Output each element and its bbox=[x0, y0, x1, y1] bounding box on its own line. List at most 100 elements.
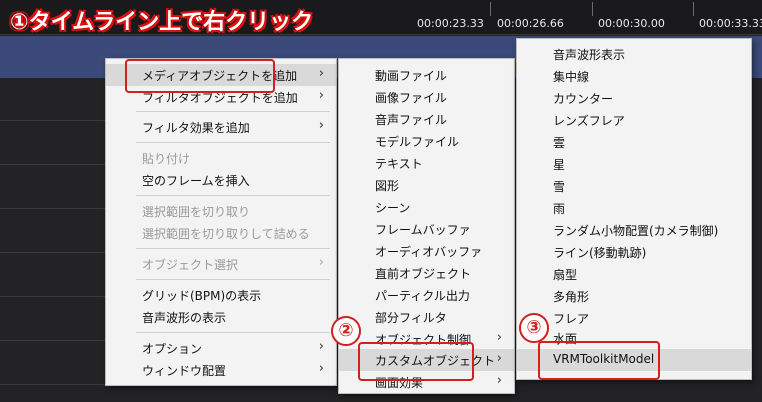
chevron-right-icon: › bbox=[318, 118, 324, 133]
menu-item-label: 雨 bbox=[553, 202, 566, 216]
menu-item-label: 星 bbox=[553, 158, 566, 172]
menu-separator bbox=[136, 111, 330, 112]
submenu-item-fan-shape[interactable]: 扇型 bbox=[517, 263, 751, 285]
menu-separator bbox=[136, 279, 330, 280]
menu-item-label: ライン(移動軌跡) bbox=[553, 246, 647, 260]
chevron-right-icon: › bbox=[496, 373, 502, 388]
submenu-item-image-file[interactable]: 画像ファイル bbox=[339, 86, 514, 108]
track-divider bbox=[0, 296, 105, 297]
menu-item-label: 扇型 bbox=[553, 268, 578, 282]
menu-item-label: オプション bbox=[142, 342, 203, 356]
menu-separator bbox=[136, 142, 330, 143]
menu-item-label: レンズフレア bbox=[553, 114, 625, 128]
chevron-right-icon: › bbox=[318, 339, 324, 354]
chevron-right-icon: › bbox=[496, 351, 502, 366]
submenu-item-audio-waveform[interactable]: 音声波形表示 bbox=[517, 43, 751, 65]
highlight-box-step2 bbox=[358, 342, 474, 381]
menu-item-cut-selection: 選択範囲を切り取り bbox=[106, 200, 336, 222]
menu-item-show-grid-bpm[interactable]: グリッド(BPM)の表示 bbox=[106, 284, 336, 306]
menu-item-label: 貼り付け bbox=[142, 152, 191, 166]
menu-item-label: フレア bbox=[553, 312, 590, 326]
menu-item-label: フィルタ効果を追加 bbox=[142, 121, 250, 135]
time-label: 00:00:30.00 bbox=[598, 17, 665, 30]
menu-item-label: カウンター bbox=[553, 92, 614, 106]
track-divider bbox=[0, 384, 105, 385]
menu-item-options[interactable]: オプション › bbox=[106, 337, 336, 359]
submenu-item-video-file[interactable]: 動画ファイル bbox=[339, 64, 514, 86]
ruler-tick bbox=[490, 2, 491, 16]
menu-item-label: 音声波形表示 bbox=[553, 48, 626, 62]
track-divider bbox=[0, 208, 105, 209]
time-label: 00:00:26.66 bbox=[497, 17, 564, 30]
submenu-item-particle-output[interactable]: パーティクル出力 bbox=[339, 284, 514, 306]
submenu-item-previous-object[interactable]: 直前オブジェクト bbox=[339, 262, 514, 284]
submenu-item-scene[interactable]: シーン bbox=[339, 196, 514, 218]
step3-badge: ③ bbox=[519, 313, 549, 343]
menu-item-label: パーティクル出力 bbox=[375, 289, 470, 303]
menu-item-label: 雲 bbox=[553, 136, 566, 150]
submenu-item-audio-file[interactable]: 音声ファイル bbox=[339, 108, 514, 130]
menu-item-label: ランダム小物配置(カメラ制御) bbox=[553, 224, 719, 238]
time-label: 00:00:23.33 bbox=[417, 17, 484, 30]
submenu-item-focus-lines[interactable]: 集中線 bbox=[517, 65, 751, 87]
menu-item-label: 動画ファイル bbox=[375, 69, 448, 83]
chevron-right-icon: › bbox=[318, 88, 324, 103]
submenu-item-text[interactable]: テキスト bbox=[339, 152, 514, 174]
ruler-tick bbox=[693, 2, 694, 16]
chevron-right-icon: › bbox=[496, 330, 502, 345]
menu-item-label: 図形 bbox=[375, 179, 400, 193]
menu-item-paste: 貼り付け bbox=[106, 147, 336, 169]
track-divider bbox=[0, 252, 105, 253]
menu-item-label: 画像ファイル bbox=[375, 91, 448, 105]
menu-item-label: 直前オブジェクト bbox=[375, 267, 472, 281]
submenu-item-model-file[interactable]: モデルファイル bbox=[339, 130, 514, 152]
submenu-item-partial-filter[interactable]: 部分フィルタ bbox=[339, 306, 514, 328]
submenu-item-rain[interactable]: 雨 bbox=[517, 197, 751, 219]
menu-item-add-filter-effect[interactable]: フィルタ効果を追加 › bbox=[106, 116, 336, 138]
submenu-item-polygon[interactable]: 多角形 bbox=[517, 285, 751, 307]
menu-item-label: 選択範囲を切り取りして詰める bbox=[142, 227, 310, 241]
chevron-right-icon: › bbox=[318, 361, 324, 376]
menu-separator bbox=[136, 248, 330, 249]
menu-item-label: モデルファイル bbox=[375, 135, 460, 149]
highlight-box-step1 bbox=[125, 59, 275, 93]
menu-item-label: 部分フィルタ bbox=[375, 311, 447, 325]
menu-item-label: オブジェクト選択 bbox=[142, 258, 239, 272]
step2-badge: ② bbox=[331, 316, 361, 346]
menu-item-label: ウィンドウ配置 bbox=[142, 364, 227, 378]
track-divider bbox=[0, 164, 105, 165]
submenu-item-lens-flare[interactable]: レンズフレア bbox=[517, 109, 751, 131]
submenu-item-random-small-objects[interactable]: ランダム小物配置(カメラ制御) bbox=[517, 219, 751, 241]
submenu-item-counter[interactable]: カウンター bbox=[517, 87, 751, 109]
custom-object-submenu: 音声波形表示 集中線 カウンター レンズフレア 雲 星 雪 雨 ランダム小物配置… bbox=[516, 38, 752, 380]
menu-item-label: 雪 bbox=[553, 180, 566, 194]
submenu-item-flare[interactable]: フレア bbox=[517, 307, 751, 329]
menu-item-window-layout[interactable]: ウィンドウ配置 › bbox=[106, 359, 336, 381]
timeline-context-menu: メディアオブジェクトを追加 › フィルタオブジェクトを追加 › フィルタ効果を追… bbox=[105, 58, 337, 386]
track-divider bbox=[0, 120, 105, 121]
menu-item-label: フレームバッファ bbox=[375, 223, 471, 237]
menu-item-label: 音声ファイル bbox=[375, 113, 448, 127]
menu-separator bbox=[136, 332, 330, 333]
submenu-item-frame-buffer[interactable]: フレームバッファ bbox=[339, 218, 514, 240]
highlight-box-step3 bbox=[538, 341, 660, 380]
submenu-item-audio-buffer[interactable]: オーディオバッファ bbox=[339, 240, 514, 262]
step1-annotation: ①タイムライン上で右クリック bbox=[10, 10, 314, 35]
ruler-tick bbox=[592, 2, 593, 16]
time-label: 00:00:33.33 bbox=[699, 17, 762, 30]
submenu-item-snow[interactable]: 雪 bbox=[517, 175, 751, 197]
menu-item-cut-selection-and-close: 選択範囲を切り取りして詰める bbox=[106, 222, 336, 244]
submenu-item-star[interactable]: 星 bbox=[517, 153, 751, 175]
chevron-right-icon: › bbox=[318, 66, 324, 81]
submenu-item-line-motion-trail[interactable]: ライン(移動軌跡) bbox=[517, 241, 751, 263]
menu-item-label: シーン bbox=[375, 201, 411, 215]
menu-item-label: 空のフレームを挿入 bbox=[142, 174, 250, 188]
menu-item-select-object: オブジェクト選択 › bbox=[106, 253, 336, 275]
submenu-item-cloud[interactable]: 雲 bbox=[517, 131, 751, 153]
submenu-item-shape[interactable]: 図形 bbox=[339, 174, 514, 196]
menu-item-show-audio-waveform[interactable]: 音声波形の表示 bbox=[106, 306, 336, 328]
menu-item-label: テキスト bbox=[375, 157, 423, 171]
menu-item-insert-empty-frame[interactable]: 空のフレームを挿入 bbox=[106, 169, 336, 191]
menu-item-label: オーディオバッファ bbox=[375, 245, 483, 259]
menu-item-label: 音声波形の表示 bbox=[142, 311, 227, 325]
